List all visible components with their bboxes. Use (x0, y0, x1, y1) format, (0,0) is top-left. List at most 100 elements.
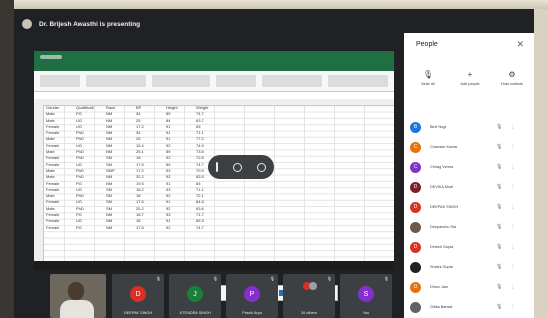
more-options-icon[interactable]: ⋮ (510, 204, 515, 210)
participant-name: Shalini Gupta (430, 265, 453, 269)
participant-name: Binit Negi (430, 125, 447, 129)
participant-tile[interactable]: J JITENDRA SINGH 🎙 (169, 274, 221, 318)
self-video-tile[interactable] (50, 274, 106, 318)
tile-avatar: P (244, 286, 260, 302)
sheet-cell[interactable]: NM (106, 225, 136, 231)
participant-tile[interactable]: P Prachi Arya 🎙 (226, 274, 278, 318)
tile-name: DEEPAK SINGH (123, 311, 153, 315)
presenting-banner: Dr. Brijesh Awasthi is presenting (39, 20, 141, 28)
ribbon-group-number (216, 75, 256, 87)
mic-off-icon: 🎙 (496, 244, 503, 250)
people-actions: 🎙 Mute all + Add people ⚙ Host controls (408, 70, 532, 86)
participant-tile[interactable]: S You 🎙 (340, 274, 392, 318)
ribbon-group-alignment (152, 75, 210, 87)
participant-name: Gitika Bansal (430, 305, 453, 309)
host-controls-button[interactable]: ⚙ Host controls (492, 70, 532, 86)
sheet-row: Female PG NM 17.5 92 74.7 (46, 225, 226, 231)
participant-row[interactable]: C Chandan Kumar 🎙 ⋮ (410, 137, 530, 157)
more-options-icon[interactable]: ⋮ (510, 124, 515, 130)
participant-row[interactable]: Gitika Bansal 🎙 ⋮ (410, 297, 530, 317)
sheet-cell[interactable]: 74.7 (196, 225, 226, 231)
mute-all-label: Mute all (421, 82, 435, 86)
participant-avatar (410, 221, 421, 233)
meet-screen: Dr. Brijesh Awasthi is presenting Gender… (14, 9, 534, 318)
participant-name: Chandan Kumar (430, 145, 458, 149)
participant-name: Dhruv Jain (430, 285, 449, 289)
ribbon-group-clipboard (40, 75, 80, 87)
mic-off-icon: 🎙 (326, 276, 332, 281)
mic-off-icon: 🎙 (496, 264, 503, 270)
mic-off-icon: 🎙 (496, 184, 503, 190)
participant-name: DEVIKA Modi (430, 185, 454, 189)
mic-off-icon: 🎙 (212, 276, 218, 281)
more-options-icon[interactable]: ⋮ (510, 244, 515, 250)
more-options-icon[interactable]: ⋮ (510, 224, 515, 230)
monitor-bezel-top (0, 0, 548, 9)
more-options-icon[interactable]: ⋮ (510, 144, 515, 150)
participant-row[interactable]: Shalini Gupta 🎙 ⋮ (410, 257, 530, 277)
tile-avatar: D (130, 286, 146, 302)
excel-ribbon (34, 71, 394, 92)
pause-icon[interactable] (215, 162, 218, 172)
tile-avatar: J (187, 286, 203, 302)
participant-tile[interactable]: D DEEPAK SINGH 🎙 (112, 274, 164, 318)
tile-avatar: S (358, 286, 374, 302)
windows-taskbar (34, 261, 394, 270)
shared-screen: Gender Qualificati Rank BP Height Weight Male P… (34, 51, 394, 301)
add-people-icon: + (467, 70, 473, 79)
people-panel: People ✕ 🎙 Mute all + Add people ⚙ Host … (404, 33, 534, 318)
mic-off-icon: 🎙 (269, 276, 275, 281)
settings-icon[interactable] (257, 162, 267, 172)
more-options-icon[interactable]: ⋮ (510, 164, 515, 170)
monitor-bezel-left (0, 0, 14, 318)
sheet-cell[interactable]: 92 (166, 225, 196, 231)
more-options-icon[interactable]: ⋮ (510, 304, 515, 310)
excel-ribbon-tabs (34, 63, 394, 71)
row-header (34, 105, 44, 261)
spreadsheet-cells: Gender Qualificati Rank BP Height Weight Male P… (46, 105, 226, 231)
more-options-icon[interactable]: ⋮ (510, 264, 515, 270)
participant-row[interactable]: D DEEPAK SINGH 🎙 ⋮ (410, 197, 530, 217)
others-avatar (309, 282, 317, 290)
participant-row[interactable]: Deepanshu Rai 🎙 ⋮ (410, 217, 530, 237)
participant-avatar: D (410, 241, 421, 253)
add-people-button[interactable]: + Add people (450, 70, 490, 86)
participant-row[interactable]: B Binit Negi 🎙 ⋮ (410, 117, 530, 137)
mic-off-icon: 🎙 (496, 164, 503, 170)
participant-row[interactable]: C Chirag Verma 🎙 ⋮ (410, 157, 530, 177)
participant-row[interactable]: D Dinesh Gupta 🎙 ⋮ (410, 237, 530, 257)
mic-off-icon: 🎙 (496, 304, 503, 310)
participant-tiles: D DEEPAK SINGH 🎙 J JITENDRA SINGH 🎙 P Prachi Ar… (34, 270, 404, 318)
participant-row[interactable]: D Dhruv Jain 🎙 ⋮ (410, 277, 530, 297)
tile-name: 26 others (301, 311, 317, 315)
mute-all-button[interactable]: 🎙 Mute all (408, 70, 448, 86)
tile-name: Prachi Arya (242, 311, 262, 315)
sheet-cell[interactable]: 17.5 (136, 225, 166, 231)
participant-row[interactable]: D DEVIKA Modi 🎙 ⋮ (410, 177, 530, 197)
close-icon[interactable]: ✕ (516, 39, 524, 50)
mic-off-icon: 🎙 (155, 276, 161, 281)
screen-share-controls[interactable] (208, 155, 274, 179)
stop-share-icon[interactable] (232, 162, 242, 172)
sheet-cell[interactable]: Female (46, 225, 76, 231)
more-options-icon[interactable]: ⋮ (510, 184, 515, 190)
participant-tile[interactable]: 26 others 🎙 (283, 274, 335, 318)
quick-access-toolbar (40, 55, 62, 59)
ribbon-group-styles (262, 75, 322, 87)
spreadsheet-grid: Gender Qualificati Rank BP Height Weight Male P… (34, 99, 394, 301)
participant-name: Chirag Verma (430, 165, 454, 169)
mic-off-icon: 🎙 (496, 124, 503, 130)
participant-avatar (410, 301, 421, 313)
sheet-cell[interactable]: PG (76, 225, 106, 231)
more-options-icon[interactable]: ⋮ (510, 284, 515, 290)
host-controls-icon: ⚙ (508, 70, 516, 79)
tile-name: You (362, 311, 370, 315)
presenter-bar: Dr. Brijesh Awasthi is presenting (14, 9, 404, 39)
add-people-label: Add people (460, 82, 480, 86)
mic-off-icon: 🎙 (383, 276, 389, 281)
mic-off-icon: 🎙 (496, 224, 503, 230)
participant-avatar: C (410, 141, 421, 153)
people-panel-title: People (416, 41, 438, 48)
participant-avatar (410, 261, 421, 273)
participant-avatar: D (410, 281, 421, 293)
